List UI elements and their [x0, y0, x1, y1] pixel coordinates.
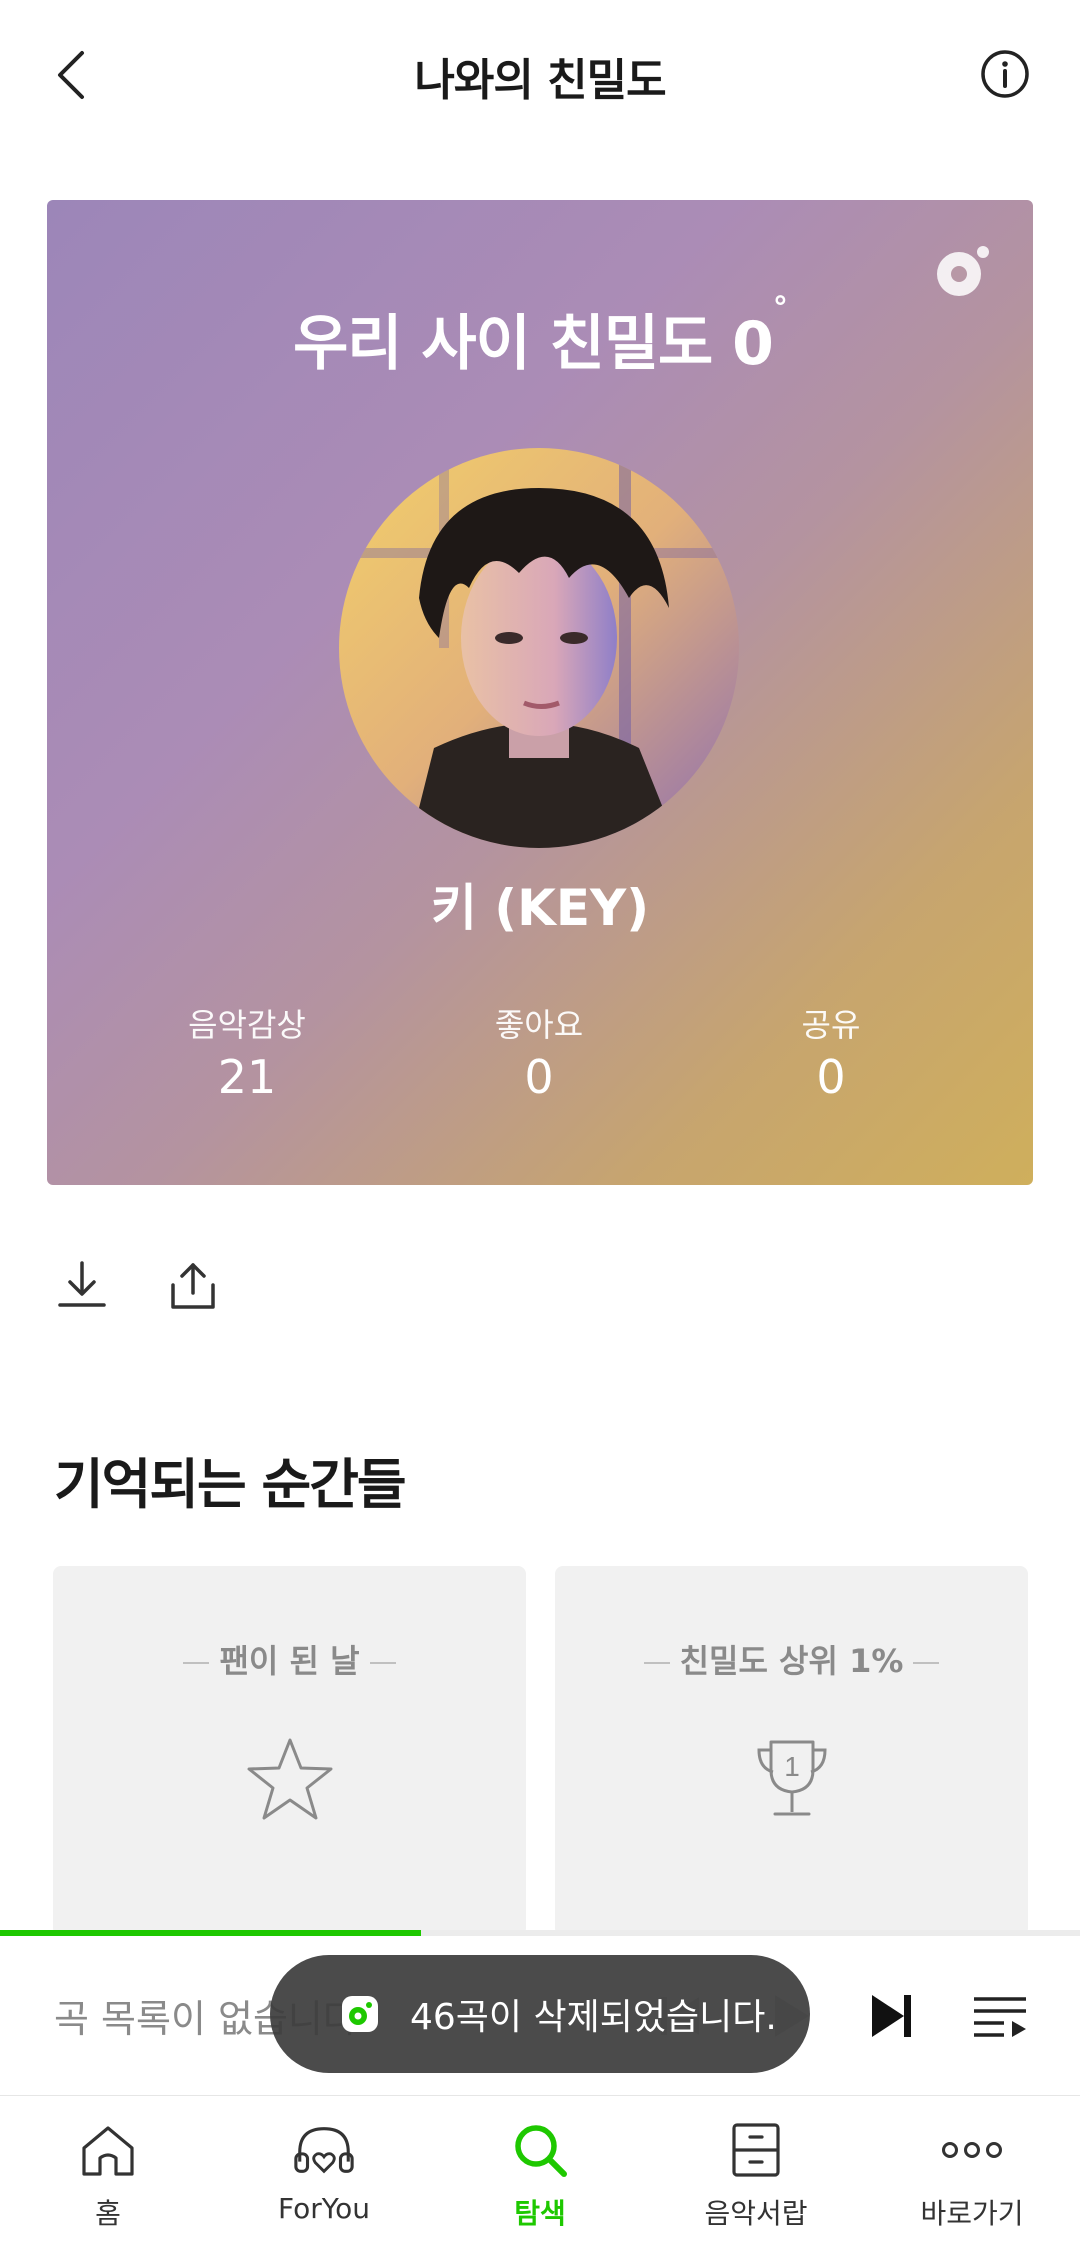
app-logo-icon — [342, 1996, 378, 2032]
page-title: 나와의 친밀도 — [414, 55, 666, 106]
stats-row: 음악감상 21 좋아요 0 공유 0 — [47, 1000, 1033, 1110]
nav-item-shortcuts[interactable]: 바로가기 — [864, 2096, 1080, 2241]
stat-value: 0 — [524, 1050, 554, 1104]
info-icon — [981, 50, 1029, 98]
nav-label: 홈 — [95, 2197, 121, 2230]
nav-item-foryou[interactable]: ForYou — [216, 2096, 432, 2241]
more-icon — [942, 2142, 1002, 2158]
nav-item-home[interactable]: 홈 — [0, 2096, 216, 2241]
nav-item-drawer[interactable]: 음악서랍 — [648, 2096, 864, 2241]
playlist-button[interactable] — [960, 1976, 1040, 2056]
toast-text: 46곡이 삭제되었습니다. — [410, 1997, 777, 2038]
section-title: 기억되는 순간들 — [54, 1453, 407, 1516]
share-icon — [171, 1263, 215, 1309]
star-icon — [247, 1738, 332, 1820]
moment-label: 팬이 된 날 — [53, 1636, 526, 1682]
stat-likes: 좋아요 0 — [409, 1000, 669, 1104]
stat-label: 공유 — [801, 1006, 861, 1044]
download-button[interactable] — [47, 1250, 117, 1320]
trophy-icon: 1 — [756, 1740, 827, 1816]
stat-shares: 공유 0 — [701, 1000, 961, 1104]
app-logo-icon — [937, 246, 989, 296]
headphones-icon — [294, 2127, 354, 2174]
search-icon — [515, 2125, 567, 2177]
moment-label: 친밀도 상위 1% — [555, 1636, 1028, 1682]
intimacy-card: 우리 사이 친밀도 0° 키 (KEY) 음악감상 21 좋아요 0 공유 0 — [47, 200, 1033, 1185]
stat-label: 음악감상 — [188, 1006, 306, 1044]
svg-text:1: 1 — [784, 1751, 800, 1782]
home-icon — [82, 2126, 134, 2176]
drawer-icon — [732, 2123, 780, 2177]
next-button[interactable] — [851, 1976, 931, 2056]
artist-name: 키 (KEY) — [430, 879, 650, 937]
moment-card-fan-day[interactable]: 팬이 된 날 — [53, 1566, 526, 1936]
bottom-nav: 홈 ForYou 탐색 음악서랍 바로가기 — [0, 2096, 1080, 2241]
nav-label: 탐색 — [514, 2197, 566, 2230]
nav-label: 바로가기 — [920, 2197, 1024, 2230]
nav-item-explore[interactable]: 탐색 — [432, 2096, 648, 2241]
playlist-icon — [974, 1997, 1026, 2037]
nav-label: ForYou — [277, 2192, 370, 2225]
share-button[interactable] — [158, 1250, 228, 1320]
nav-label: 음악서랍 — [704, 2197, 808, 2230]
download-icon — [58, 1261, 106, 1307]
stat-label: 좋아요 — [494, 1006, 584, 1044]
toast-message: 46곡이 삭제되었습니다. — [270, 1955, 810, 2073]
next-icon — [872, 1995, 911, 2037]
stat-listening: 음악감상 21 — [117, 1000, 377, 1104]
artist-avatar — [339, 448, 739, 848]
stat-value: 21 — [217, 1050, 277, 1104]
stat-value: 0 — [816, 1050, 846, 1104]
moment-card-top-1[interactable]: 친밀도 상위 1% 1 — [555, 1566, 1028, 1936]
intimacy-title: 우리 사이 친밀도 0° — [293, 291, 788, 379]
info-button[interactable] — [970, 44, 1040, 104]
header: 나와의 친밀도 — [0, 0, 1080, 150]
